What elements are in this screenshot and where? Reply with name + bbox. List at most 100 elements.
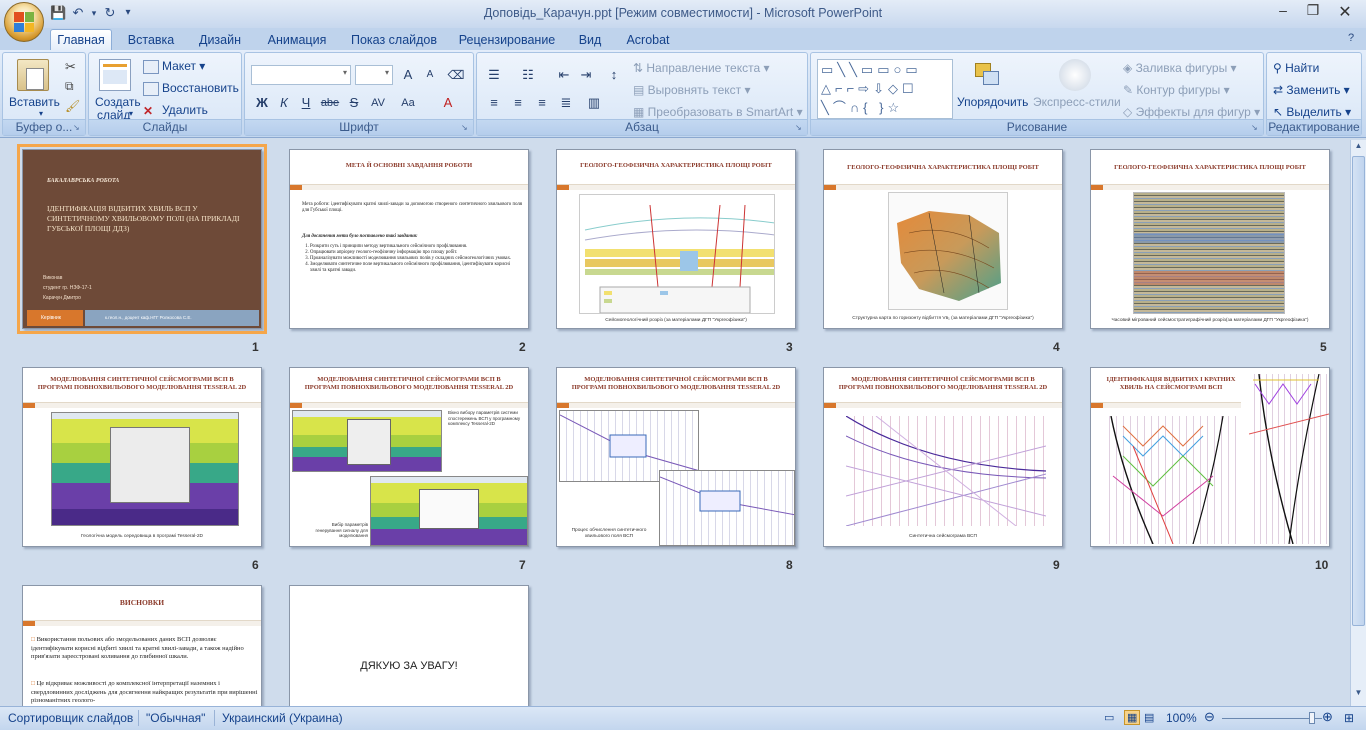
reset-button[interactable]: Восстановить: [143, 81, 239, 96]
status-separator: [214, 710, 215, 726]
slideshow-view-icon[interactable]: ▤: [1144, 711, 1154, 724]
align-right-icon[interactable]: ≡: [531, 93, 553, 113]
replace-button[interactable]: ⇄ Заменить ▾: [1273, 83, 1350, 97]
increase-indent-icon[interactable]: ⇥: [575, 65, 597, 85]
new-slide-button[interactable]: Создать: [95, 95, 141, 109]
quick-styles-button[interactable]: Экспресс-стили: [1033, 95, 1121, 109]
quick-styles-icon[interactable]: [1059, 59, 1091, 91]
slide-thumbnail-12[interactable]: ДЯКУЮ ЗА УВАГУ!: [289, 585, 529, 706]
slide-sorter: БАКАЛАВРСЬКА РОБОТА ІДЕНТИФІКАЦІЯ ВІДБИТ…: [0, 140, 1350, 706]
slide-thumbnail-2[interactable]: МЕТА Й ОСНОВНІ ЗАВДАННЯ РОБОТИ Мета робо…: [289, 149, 529, 329]
zoom-out-icon[interactable]: ⊖: [1204, 709, 1215, 725]
delete-slide-button[interactable]: ✕ Удалить: [143, 103, 208, 118]
scroll-up-icon[interactable]: ▲: [1352, 141, 1365, 155]
tab-design[interactable]: Дизайн: [192, 30, 248, 50]
line-spacing-icon[interactable]: ↕: [603, 65, 625, 85]
group-editing: ⚲ Найти ⇄ Заменить ▾ ↖ Выделить ▾ Редакт…: [1266, 52, 1362, 136]
font-color-button[interactable]: A: [437, 93, 459, 113]
maximize-button[interactable]: ❐: [1300, 2, 1326, 22]
slide-band: [23, 402, 261, 408]
align-left-icon[interactable]: ≡: [483, 93, 505, 113]
tab-slideshow[interactable]: Показ слайдов: [346, 30, 442, 50]
char-spacing-button[interactable]: AV: [367, 93, 389, 113]
underline-button[interactable]: Ч: [295, 93, 317, 113]
slide-thumbnail-9[interactable]: МОДЕЛЮВАННЯ СИНТЕТИЧНОЇ СЕЙСМОГРАМИ ВСП …: [823, 367, 1063, 547]
justify-icon[interactable]: ≣: [555, 93, 577, 113]
office-button[interactable]: [4, 2, 44, 42]
scroll-thumb[interactable]: [1352, 156, 1365, 626]
slide-number: 4: [1053, 340, 1060, 354]
decrease-indent-icon[interactable]: ⇤: [553, 65, 575, 85]
slide-sorter-view-icon[interactable]: ▦: [1124, 710, 1141, 725]
paste-button[interactable]: Вставить: [9, 95, 60, 109]
clipboard-launcher-icon[interactable]: ↘: [73, 123, 83, 133]
drawing-launcher-icon[interactable]: ↘: [1251, 123, 1261, 133]
shadow-button[interactable]: S: [343, 93, 365, 113]
align-center-icon[interactable]: ≡: [507, 93, 529, 113]
tab-insert[interactable]: Вставка: [122, 30, 180, 50]
slide-author-3: Карачун Дмитро: [43, 295, 81, 301]
clear-format-icon[interactable]: ⌫: [445, 65, 467, 85]
find-button[interactable]: ⚲ Найти: [1273, 61, 1319, 75]
slide-thumbnail-3[interactable]: ГЕОЛОГО-ГЕОФІЗИЧНА ХАРАКТЕРИСТИКА ПЛОЩІ …: [556, 149, 796, 329]
slide-thumbnail-4[interactable]: ГЕОЛОГО-ГЕОФІЗИЧНА ХАРАКТЕРИСТИКА ПЛОЩІ …: [823, 149, 1063, 329]
numbering-icon[interactable]: ☷: [517, 65, 539, 85]
italic-button[interactable]: К: [273, 93, 295, 113]
align-text-button[interactable]: ▤ Выровнять текст ▾: [633, 83, 751, 97]
zoom-slider[interactable]: [1222, 718, 1322, 719]
grow-font-button[interactable]: A: [397, 65, 419, 85]
font-launcher-icon[interactable]: ↘: [461, 123, 471, 133]
arrange-button[interactable]: Упорядочить: [957, 95, 1028, 109]
tab-animation[interactable]: Анимация: [260, 30, 334, 50]
tab-acrobat[interactable]: Acrobat: [620, 30, 676, 50]
bold-button[interactable]: Ж: [251, 93, 273, 113]
slide-thumbnail-7[interactable]: МОДЕЛЮВАННЯ СИНТЕТИЧНОЇ СЕЙСМОГРАМИ ВСП …: [289, 367, 529, 547]
arrange-icon[interactable]: [971, 59, 1003, 91]
smartart-button[interactable]: ▦ Преобразовать в SmartArt ▾: [633, 105, 803, 119]
select-icon: ↖: [1273, 105, 1287, 119]
columns-icon[interactable]: ▥: [583, 93, 605, 113]
slide-thumbnail-1[interactable]: БАКАЛАВРСЬКА РОБОТА ІДЕНТИФІКАЦІЯ ВІДБИТ…: [17, 144, 267, 334]
identified-waves-image: [1103, 416, 1237, 544]
font-size-combo[interactable]: ▾: [355, 65, 393, 85]
copy-icon[interactable]: ⧉: [65, 79, 74, 94]
tab-view[interactable]: Вид: [572, 30, 608, 50]
shrink-font-button[interactable]: A: [419, 65, 441, 85]
slide-thumbnail-6[interactable]: МОДЕЛЮВАННЯ СИНТЕТИЧНОЇ СЕЙСМОГРАМИ ВСП …: [22, 367, 262, 547]
shape-fill-button[interactable]: ◈ Заливка фигуры ▾: [1123, 61, 1237, 75]
new-slide-icon[interactable]: [99, 59, 131, 91]
cut-icon[interactable]: ✂: [65, 59, 76, 75]
change-case-button[interactable]: Aa: [397, 93, 419, 113]
shapes-gallery[interactable]: ▭╲╲▭▭○▭ △⌐⌐⇨⇩◇☐ ╲⌒∩{ }☆: [817, 59, 953, 119]
zoom-slider-handle[interactable]: [1309, 712, 1315, 724]
paragraph-launcher-icon[interactable]: ↘: [795, 123, 805, 133]
vertical-scrollbar[interactable]: ▲ ▼: [1350, 140, 1366, 706]
slide-thumbnail-5[interactable]: ГЕОЛОГО-ГЕОФІЗИЧНА ХАРАКТЕРИСТИКА ПЛОЩІ …: [1090, 149, 1330, 329]
zoom-in-icon[interactable]: ⊕: [1322, 709, 1333, 725]
layout-button[interactable]: Макет ▾: [143, 59, 205, 74]
format-painter-icon[interactable]: 🖌: [65, 99, 80, 113]
fit-to-window-icon[interactable]: ⊞: [1344, 711, 1354, 725]
slide-thumbnail-8[interactable]: МОДЕЛЮВАННЯ СИНТЕТИЧНОЇ СЕЙСМОГРАМИ ВСП …: [556, 367, 796, 547]
text-direction-button[interactable]: ⇅ Направление текста ▾: [633, 61, 770, 75]
select-button[interactable]: ↖ Выделить ▾: [1273, 105, 1351, 119]
status-language[interactable]: Украинский (Украина): [222, 711, 343, 725]
strike-button[interactable]: abe: [319, 93, 341, 113]
help-icon[interactable]: ?: [1348, 32, 1362, 46]
scroll-down-icon[interactable]: ▼: [1352, 688, 1365, 702]
slide-thumbnail-10[interactable]: ІДЕНТИФІКАЦІЯ ВІДБИТИХ І КРАТНИХ ХВИЛЬ Н…: [1090, 367, 1330, 547]
shape-effects-button[interactable]: ◇ Эффекты для фигур ▾: [1123, 105, 1260, 119]
bullets-icon[interactable]: ☰: [483, 65, 505, 85]
slide-thumbnail-11[interactable]: ВИСНОВКИ □ Використання польових або змо…: [22, 585, 262, 706]
normal-view-icon[interactable]: ▭: [1104, 711, 1114, 724]
reset-icon: [143, 81, 159, 96]
slide-kicker: БАКАЛАВРСЬКА РОБОТА: [47, 178, 120, 184]
close-button[interactable]: ✕: [1332, 2, 1358, 22]
font-family-combo[interactable]: ▾: [251, 65, 351, 85]
shape-outline-button[interactable]: ✎ Контур фигуры ▾: [1123, 83, 1230, 97]
minimize-button[interactable]: –: [1270, 2, 1296, 22]
tab-home[interactable]: Главная: [50, 29, 112, 51]
zoom-level[interactable]: 100%: [1166, 711, 1197, 725]
paste-icon[interactable]: [17, 59, 49, 91]
tab-review[interactable]: Рецензирование: [454, 30, 560, 50]
